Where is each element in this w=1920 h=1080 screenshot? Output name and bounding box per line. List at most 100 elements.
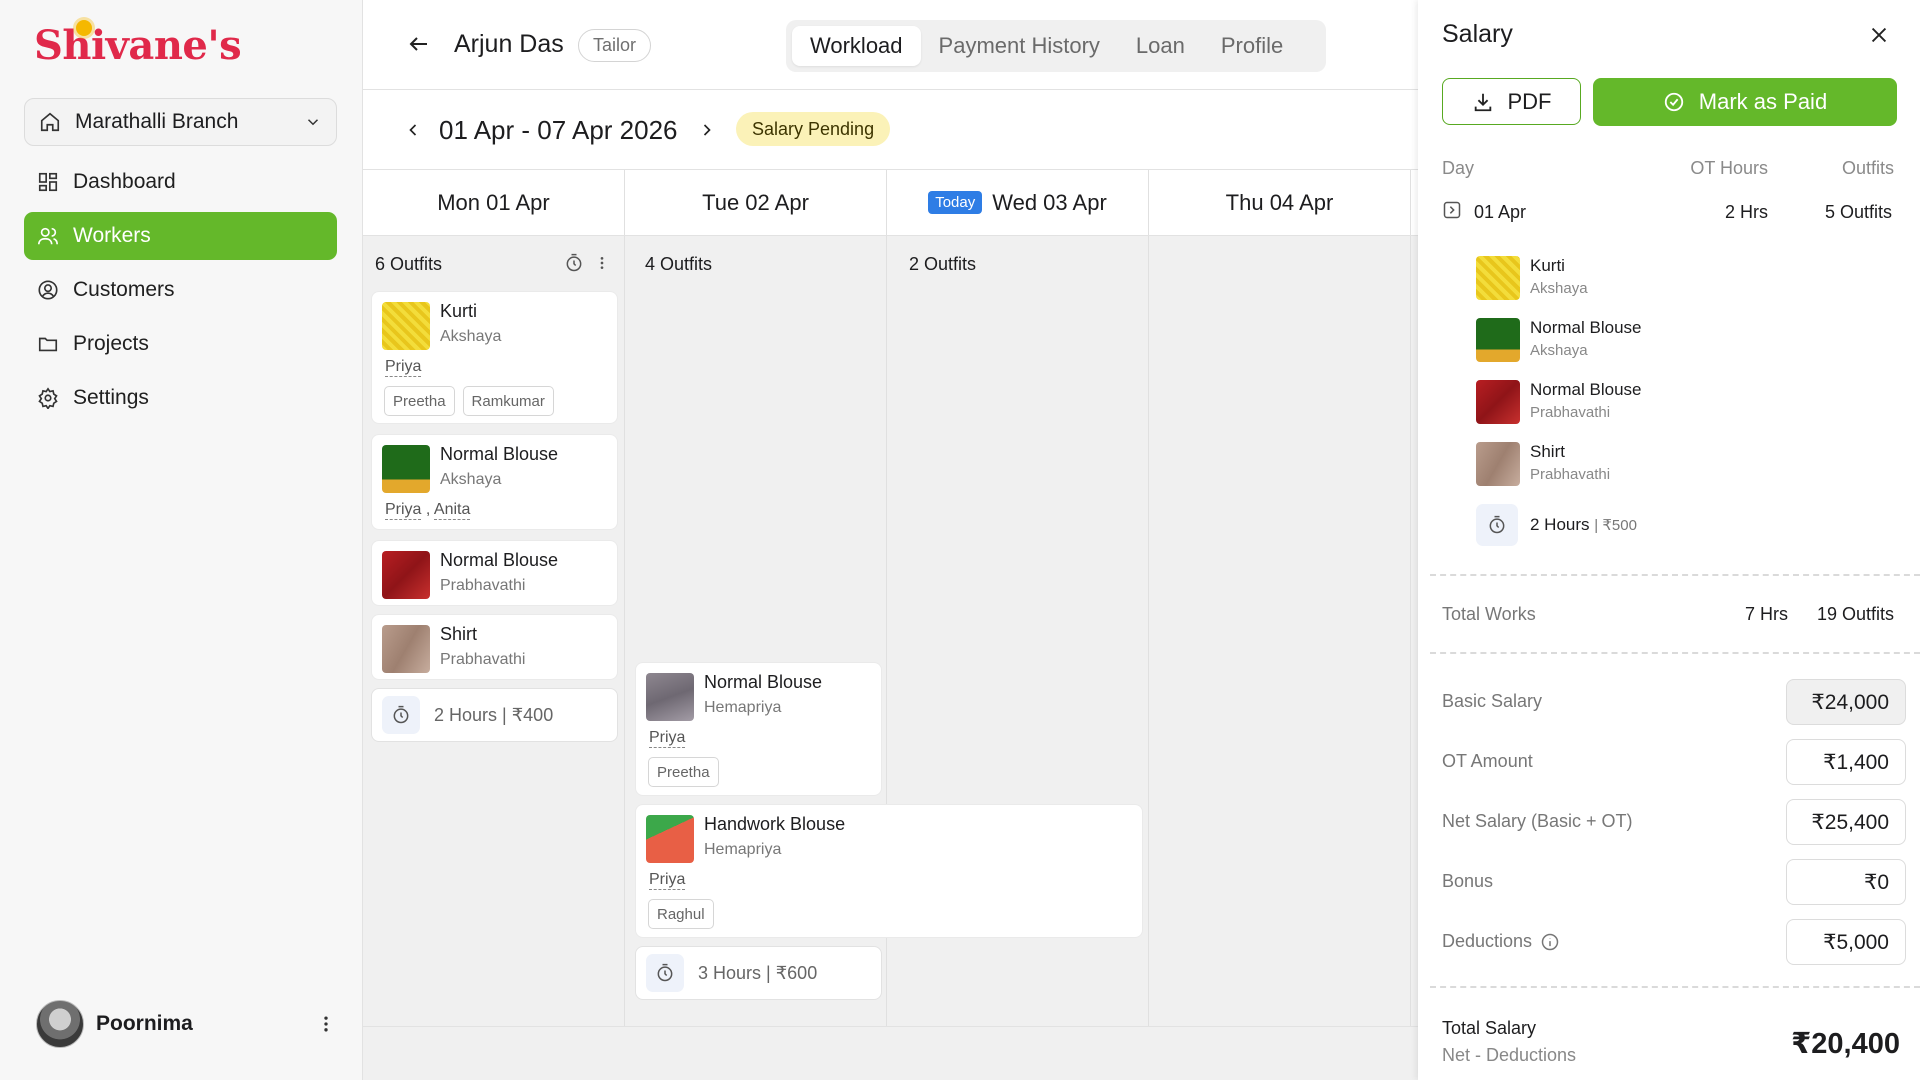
total-works-label: Total Works <box>1442 604 1536 624</box>
tab-payment-history[interactable]: Payment History <box>921 26 1118 66</box>
helper-chip: Ramkumar <box>462 386 554 416</box>
ot-hours-text: 3 Hours | ₹600 <box>698 962 818 983</box>
assigned-worker-link[interactable]: Priya <box>385 501 422 520</box>
users-icon <box>37 225 59 247</box>
more-vertical-icon[interactable] <box>594 254 610 272</box>
day-headers: Mon 01 Apr Tue 02 Apr Today Wed 03 Apr T… <box>363 170 1418 236</box>
chevron-right-icon[interactable] <box>697 120 717 140</box>
outfit-count: 4 Outfits <box>645 254 713 274</box>
sidebar-item-projects[interactable]: Projects <box>24 320 337 368</box>
timer-icon <box>382 696 420 734</box>
outfit-card[interactable]: Normal Blouse Akshaya Priya , Anita <box>371 434 618 530</box>
helper-chips: Raghul <box>648 899 714 929</box>
helper-chip: Preetha <box>384 386 455 416</box>
total-works-hours: 7 Hrs <box>1744 604 1788 624</box>
home-icon <box>39 111 61 133</box>
bonus-input[interactable]: ₹0 <box>1786 859 1906 905</box>
check-circle-icon <box>1663 91 1685 113</box>
tab-workload[interactable]: Workload <box>792 26 921 66</box>
net-salary-field: ₹25,400 <box>1786 799 1906 845</box>
basic-salary-label: Basic Salary <box>1442 691 1543 711</box>
day-column-mon: 6 Outfits Kurti Akshaya Priya Preetha Ra… <box>363 236 625 1026</box>
sidebar-item-label: Projects <box>73 332 149 355</box>
more-vertical-icon[interactable] <box>316 1014 336 1034</box>
outfit-count: 2 Outfits <box>909 254 977 274</box>
customer-name: Akshaya <box>440 471 502 488</box>
helper-chips: Preetha <box>648 757 719 787</box>
outfit-thumbnail <box>382 551 430 599</box>
ot-amount-field[interactable]: ₹1,400 <box>1786 739 1906 785</box>
assigned-workers: Priya <box>385 358 422 377</box>
outfit-card[interactable]: Shirt Prabhavathi <box>371 614 618 680</box>
divider <box>1430 986 1920 988</box>
salary-status-badge: Salary Pending <box>736 112 891 146</box>
outfit-title: Shirt <box>440 624 478 644</box>
salary-day-row[interactable]: 01 Apr <box>1442 200 1526 222</box>
outfit-title: Normal Blouse <box>704 672 823 692</box>
worker-tabs: Workload Payment History Loan Profile <box>786 20 1326 72</box>
row-ot-hours: 2 Hrs <box>1724 202 1768 222</box>
timer-icon <box>1476 504 1518 546</box>
outfit-card[interactable]: Kurti Akshaya Priya Preetha Ramkumar <box>371 291 618 424</box>
sidebar-item-settings[interactable]: Settings <box>24 374 337 422</box>
assigned-worker-link[interactable]: Priya <box>649 729 686 748</box>
calendar-footer <box>363 1026 1418 1080</box>
tab-profile[interactable]: Profile <box>1203 26 1301 66</box>
divider <box>1430 652 1920 654</box>
assigned-workers: Priya <box>649 729 686 748</box>
panel-title: Salary <box>1442 20 1513 48</box>
column-header-outfits: Outfits <box>1841 158 1894 178</box>
gear-icon <box>37 387 59 409</box>
ot-hours-card[interactable]: 3 Hours | ₹600 <box>635 946 882 1000</box>
close-icon[interactable] <box>1868 24 1890 46</box>
day-column-thu <box>1149 236 1411 1026</box>
day-header-wed: Today Wed 03 Apr <box>887 170 1149 235</box>
outfit-title: Normal Blouse <box>440 550 559 570</box>
tab-loan[interactable]: Loan <box>1118 26 1203 66</box>
brand-logo: Shivane's <box>34 20 242 69</box>
outfit-card[interactable]: Normal Blouse Hemapriya Priya Preetha <box>635 662 882 796</box>
total-works-outfits: 19 Outfits <box>1816 604 1894 624</box>
collapse-toggle-icon[interactable] <box>1442 200 1462 220</box>
deductions-input[interactable]: ₹5,000 <box>1786 919 1906 965</box>
outfit-card[interactable]: Normal Blouse Prabhavathi <box>371 540 618 606</box>
deductions-label: Deductions <box>1442 931 1560 952</box>
customer-name: Prabhavathi <box>440 651 526 668</box>
week-navigator: 01 Apr - 07 Apr 2026 Salary Pending <box>363 90 1418 170</box>
user-profile[interactable]: Poornima <box>36 998 336 1050</box>
outfit-thumbnail <box>382 625 430 673</box>
outfit-thumbnail <box>1476 256 1520 300</box>
sidebar-item-label: Customers <box>73 278 175 301</box>
ot-hours-card[interactable]: 2 Hours | ₹400 <box>371 688 618 742</box>
ot-hours-text: 2 Hours | ₹400 <box>434 704 554 725</box>
timer-icon[interactable] <box>564 253 584 273</box>
outfit-thumbnail <box>646 673 694 721</box>
assigned-worker-link[interactable]: Priya <box>385 358 422 377</box>
outfit-title: Kurti <box>440 301 478 321</box>
outfit-thumbnail <box>1476 442 1520 486</box>
user-circle-icon <box>37 279 59 301</box>
sidebar-item-label: Workers <box>73 224 151 247</box>
back-arrow-icon[interactable] <box>407 32 431 56</box>
assigned-worker-link[interactable]: Anita <box>433 501 471 520</box>
total-salary-formula: Net - Deductions <box>1442 1045 1577 1065</box>
sidebar-item-dashboard[interactable]: Dashboard <box>24 158 337 206</box>
download-icon <box>1472 91 1494 113</box>
outfit-thumbnail <box>382 445 430 493</box>
role-badge: Tailor <box>578 29 652 62</box>
mark-as-paid-button[interactable]: Mark as Paid <box>1593 78 1897 126</box>
chevron-left-icon[interactable] <box>403 120 423 140</box>
pdf-download-button[interactable]: PDF <box>1442 78 1581 125</box>
assigned-worker-link[interactable]: Priya <box>649 871 686 890</box>
info-icon[interactable] <box>1540 932 1560 952</box>
outfit-title: Handwork Blouse <box>704 814 846 834</box>
branch-selector[interactable]: Marathalli Branch <box>24 98 337 146</box>
sidebar-item-workers[interactable]: Workers <box>24 212 337 260</box>
total-salary-value: ₹20,400 <box>1791 1028 1900 1060</box>
sidebar: Shivane's Marathalli Branch Dashboard Wo… <box>0 0 363 1080</box>
helper-chip: Raghul <box>648 899 714 929</box>
folder-icon <box>37 333 59 355</box>
ot-amount-label: OT Amount <box>1442 751 1533 771</box>
sidebar-item-customers[interactable]: Customers <box>24 266 337 314</box>
column-header-day: Day <box>1442 158 1475 178</box>
